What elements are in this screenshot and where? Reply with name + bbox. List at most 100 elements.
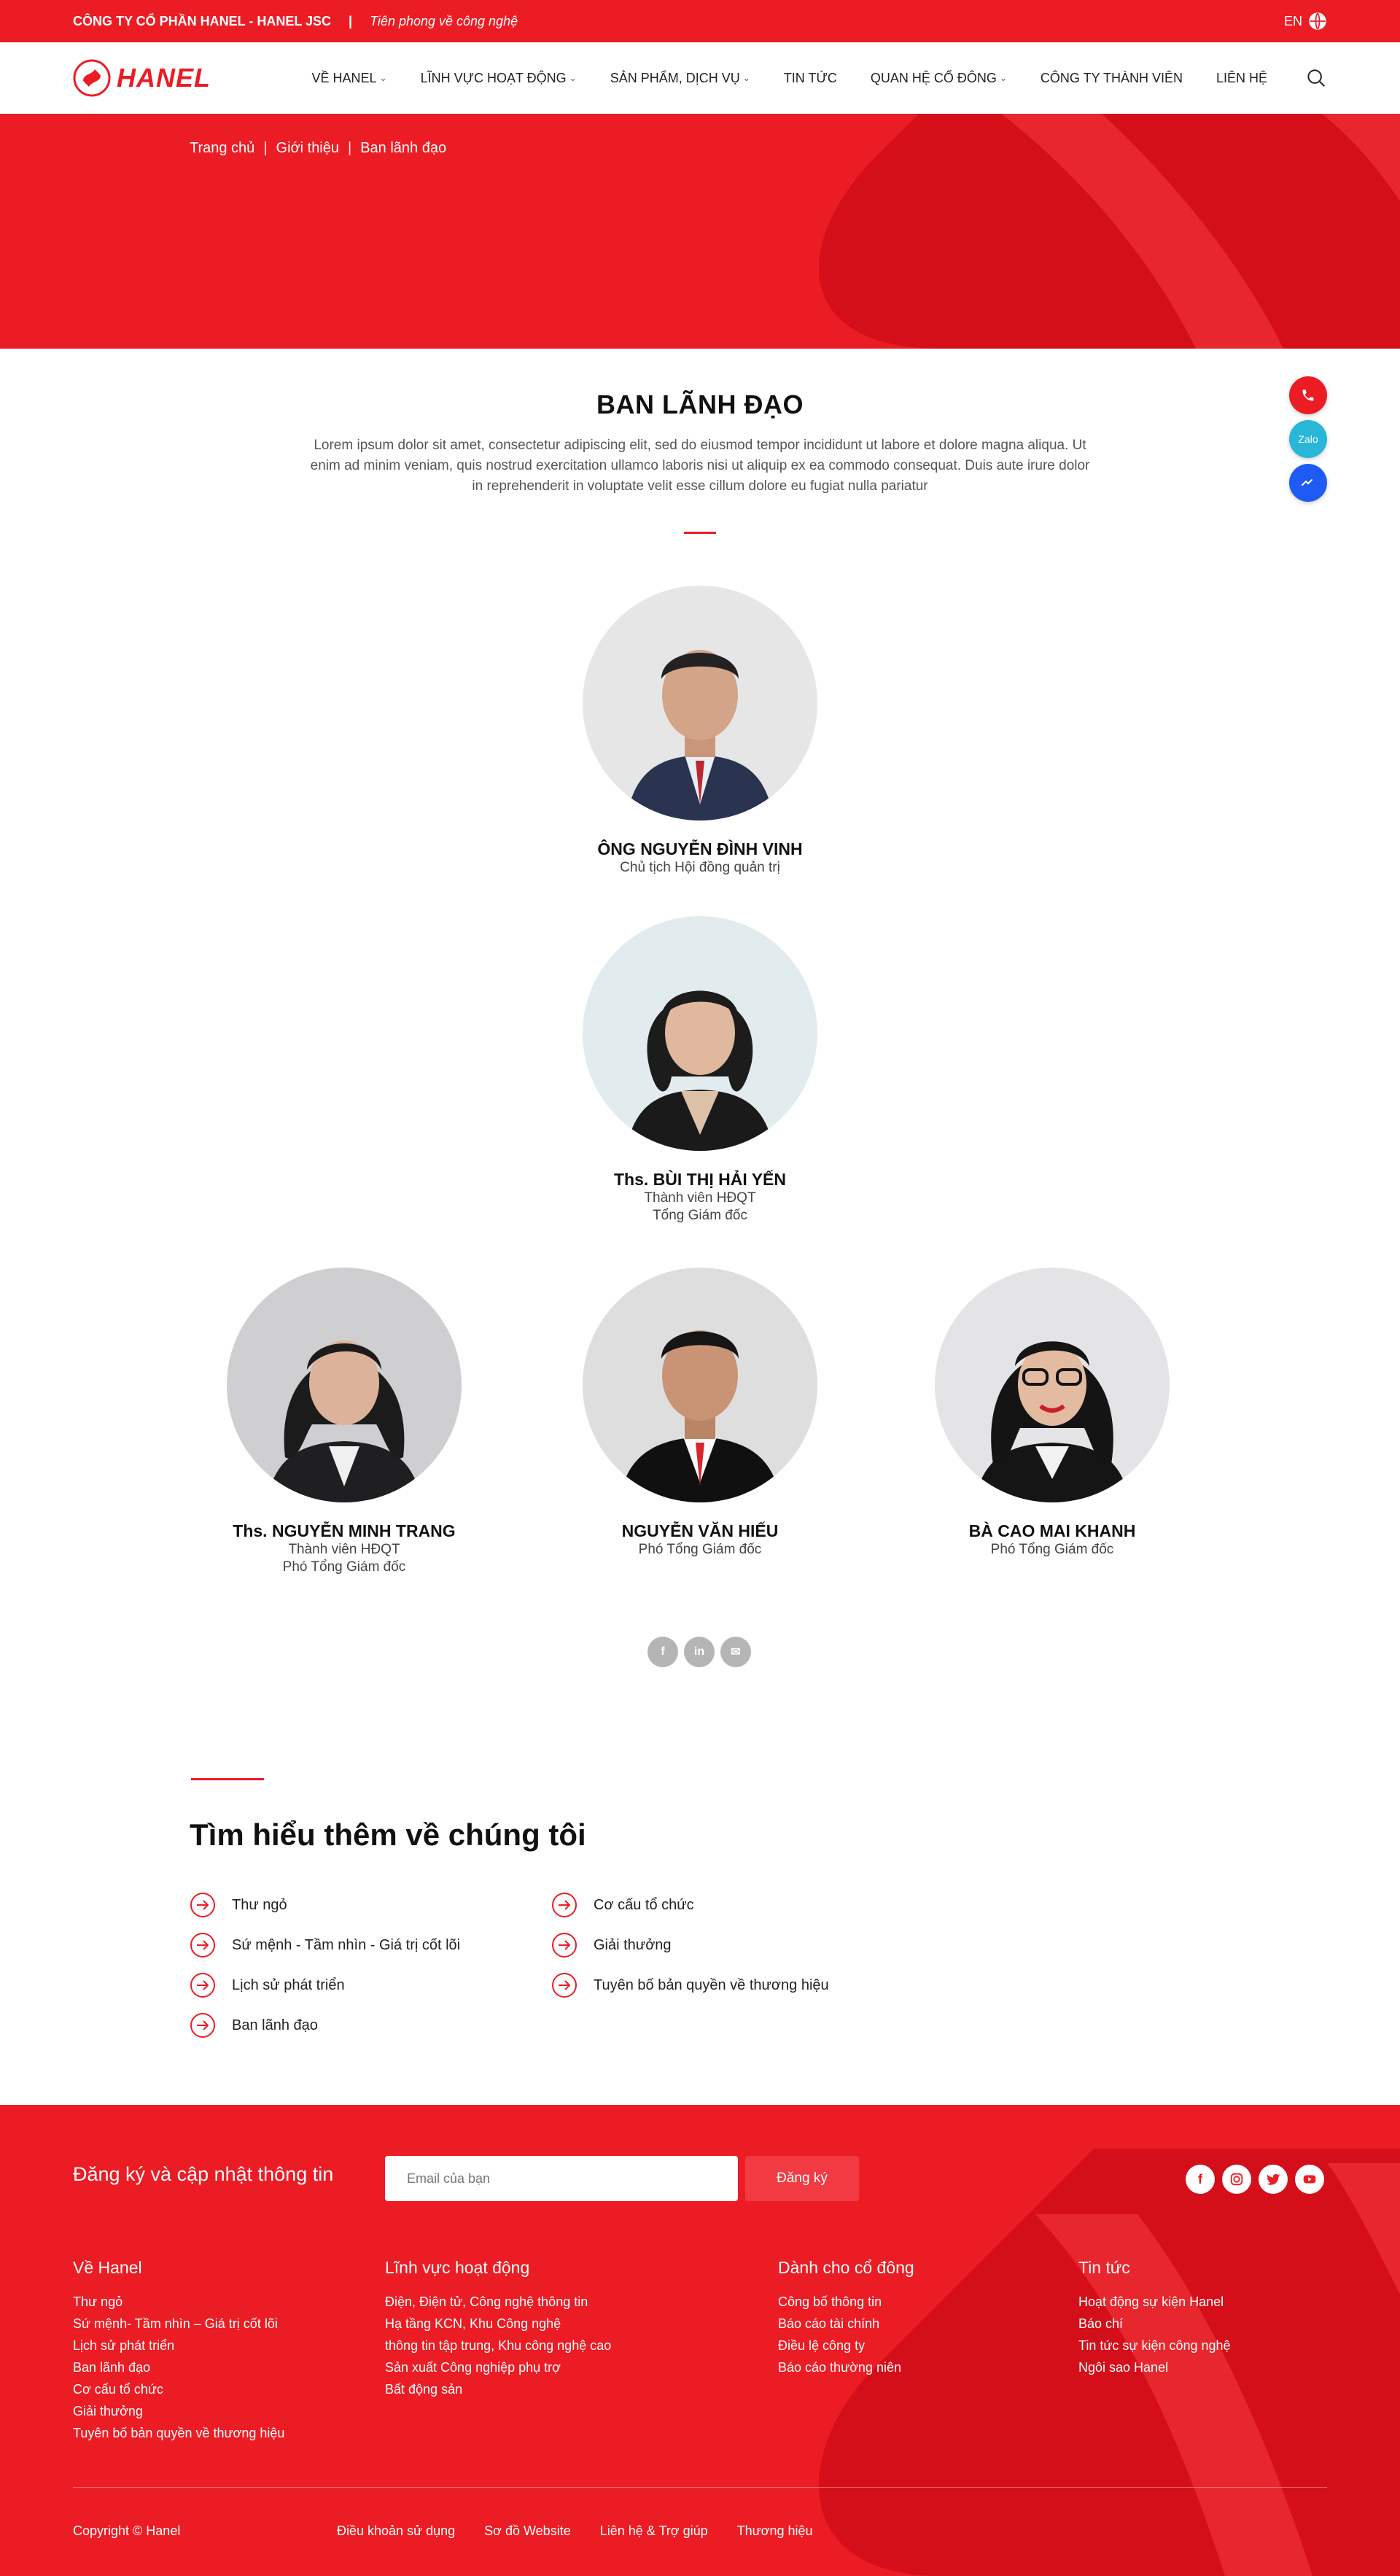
learn-link[interactable]: Thư ngỏ <box>190 1892 287 1918</box>
arrow-right-circle-icon <box>190 1973 215 1998</box>
nav-label: CÔNG TY THÀNH VIÊN <box>1040 70 1183 85</box>
leader-role: Phó Tổng Giám đốc <box>282 1559 406 1575</box>
footer-link[interactable]: Điều lệ công ty <box>778 2335 914 2356</box>
footer-link[interactable]: Sứ mệnh- Tầm nhìn – Giá trị cốt lõi <box>73 2313 284 2335</box>
footer-link[interactable]: Báo cáo thường niên <box>778 2356 914 2378</box>
zalo-label: Zalo <box>1298 433 1318 445</box>
leader-role: Tổng Giám đốc <box>653 1208 747 1223</box>
chevron-down-icon: ⌄ <box>742 73 750 83</box>
intro-text: Lorem ipsum dolor sit amet, consectetur … <box>310 438 1090 494</box>
nav-label: VỀ HANEL <box>311 70 377 85</box>
leader-card[interactable]: Ths. BÙI THỊ HẢI YẾN Thành viên HĐQT Tổn… <box>525 916 875 1225</box>
footer-link[interactable]: Ban lãnh đạo <box>73 2356 284 2378</box>
footer-column-heading: Về Hanel <box>73 2258 142 2277</box>
footer-link[interactable]: Báo cáo tài chính <box>778 2313 914 2335</box>
nav-item-linh-vuc[interactable]: LĨNH VỰC HOẠT ĐỘNG ⌄ <box>421 71 577 86</box>
youtube-icon[interactable] <box>1295 2165 1324 2194</box>
footer-link[interactable]: Lịch sử phát triển <box>73 2335 284 2356</box>
terms-link[interactable]: Điều khoản sử dụng <box>337 2523 455 2539</box>
footer-social: f <box>1186 2165 1324 2194</box>
brand-link[interactable]: Thương hiệu <box>737 2523 813 2539</box>
hanel-logo[interactable]: HANEL <box>73 59 211 97</box>
globe-icon[interactable] <box>1308 12 1327 31</box>
sitemap-link[interactable]: Sơ đồ Website <box>484 2523 571 2539</box>
nav-item-ve-hanel[interactable]: VỀ HANEL ⌄ <box>311 71 386 86</box>
nav-item-tin-tuc[interactable]: TIN TỨC <box>784 71 837 86</box>
footer-divider <box>73 2487 1327 2488</box>
main-header: HANEL VỀ HANEL ⌄ LĨNH VỰC HOẠT ĐỘNG ⌄ SẢN … <box>0 42 1400 114</box>
footer-link[interactable]: Sản xuất Công nghiệp phụ trợ <box>385 2356 611 2378</box>
arrow-right-circle-icon <box>190 1933 215 1958</box>
leader-role: Phó Tổng Giám đốc <box>638 1542 762 1557</box>
chevron-down-icon: ⌄ <box>569 73 577 83</box>
footer-column-linh-vuc: Lĩnh vực hoạt động Điện, Điện tử, Công n… <box>385 2258 611 2400</box>
leader-card[interactable]: ÔNG NGUYỄN ĐÌNH VINH Chủ tịch Hội đồng q… <box>525 586 875 877</box>
breadcrumb-intro[interactable]: Giới thiệu <box>276 140 339 157</box>
instagram-icon[interactable] <box>1222 2165 1251 2194</box>
leader-card[interactable]: NGUYỄN VĂN HIẾU Phó Tổng Giám đốc <box>525 1268 875 1559</box>
footer-link[interactable]: Bất động sản <box>385 2378 611 2400</box>
leader-card[interactable]: Ths. NGUYỄN MINH TRANG Thành viên HĐQT P… <box>169 1268 519 1576</box>
learn-link[interactable]: Cơ cấu tổ chức <box>551 1892 694 1918</box>
language-switcher[interactable]: EN <box>1284 12 1327 31</box>
footer-link[interactable]: Giải thưởng <box>73 2400 284 2422</box>
learn-link[interactable]: Tuyên bố bản quyền về thương hiệu <box>551 1972 829 1998</box>
leader-card[interactable]: BÀ CAO MAI KHANH Phó Tổng Giám đốc <box>877 1268 1227 1559</box>
breadcrumb-current: Ban lãnh đạo <box>360 140 447 156</box>
footer-column-co-dong: Dành cho cổ đông Công bố thông tin Báo c… <box>778 2258 914 2378</box>
learn-link-label: Ban lãnh đạo <box>232 2017 318 2033</box>
footer-column-ve-hanel: Về Hanel Thư ngỏ Sứ mệnh- Tầm nhìn – Giá… <box>73 2258 284 2444</box>
learn-link-label: Tuyên bố bản quyền về thương hiệu <box>594 1976 829 1993</box>
leader-role: Phó Tổng Giám đốc <box>990 1542 1114 1557</box>
logo-text: HANEL <box>117 63 211 93</box>
footer-link[interactable]: Cơ cấu tổ chức <box>73 2378 284 2400</box>
breadcrumb-separator: | <box>348 140 352 156</box>
footer-link[interactable]: thông tin tập trung, Khu công nghệ cao <box>385 2335 611 2356</box>
learn-more-links: Thư ngỏ Sứ mệnh - Tầm nhìn - Giá trị cốt… <box>190 1892 890 2052</box>
share-buttons: f in ✉ <box>648 1637 751 1667</box>
footer-link[interactable]: Hạ tầng KCN, Khu Công nghệ <box>385 2313 611 2335</box>
topbar-separator: | <box>349 13 353 28</box>
arrow-right-circle-icon <box>552 1973 577 1998</box>
contact-help-link[interactable]: Liên hệ & Trợ giúp <box>600 2523 708 2539</box>
nav-item-san-pham[interactable]: SẢN PHẨM, DỊCH VỤ ⌄ <box>610 71 750 86</box>
learn-more-divider <box>191 1778 264 1780</box>
twitter-icon[interactable] <box>1259 2165 1288 2194</box>
learn-link[interactable]: Giải thưởng <box>551 1932 672 1958</box>
footer-link[interactable]: Thư ngỏ <box>73 2291 284 2313</box>
footer-link[interactable]: Báo chí <box>1078 2313 1231 2335</box>
footer-link[interactable]: Hoạt động sự kiện Hanel <box>1078 2291 1231 2313</box>
learn-link-label: Cơ cấu tổ chức <box>594 1896 694 1913</box>
facebook-icon[interactable]: f <box>1186 2165 1215 2194</box>
nav-label: SẢN PHẨM, DỊCH VỤ <box>610 70 740 85</box>
footer-link[interactable]: Điện, Điện tử, Công nghệ thông tin <box>385 2291 611 2313</box>
linkedin-share-icon[interactable]: in <box>684 1637 715 1667</box>
email-share-icon[interactable]: ✉ <box>720 1637 751 1667</box>
language-label[interactable]: EN <box>1284 14 1302 29</box>
email-input[interactable] <box>385 2156 738 2201</box>
nav-item-lien-he[interactable]: LIÊN HỆ <box>1216 71 1267 86</box>
nav-item-cong-ty-thanh-vien[interactable]: CÔNG TY THÀNH VIÊN <box>1041 71 1183 86</box>
footer-link[interactable]: Ngôi sao Hanel <box>1078 2356 1231 2378</box>
leader-name: ÔNG NGUYỄN ĐÌNH VINH <box>597 839 803 858</box>
arrow-right-circle-icon <box>552 1893 577 1917</box>
learn-link[interactable]: Lịch sử phát triển <box>190 1972 345 1998</box>
subscribe-title: Đăng ký và cập nhật thông tin <box>73 2163 334 2185</box>
footer-link[interactable]: Tuyên bố bản quyền về thương hiệu <box>73 2422 284 2444</box>
nav-label: LIÊN HỆ <box>1216 70 1267 85</box>
footer-column-heading: Dành cho cổ đông <box>778 2258 914 2277</box>
messenger-button[interactable] <box>1289 464 1327 502</box>
search-icon[interactable] <box>1305 67 1327 89</box>
footer-bottom-links: Điều khoản sử dụng Sơ đồ Website Liên hệ… <box>337 2523 813 2539</box>
footer-link[interactable]: Tin tức sự kiện công nghệ <box>1078 2335 1231 2356</box>
zalo-button[interactable]: Zalo <box>1289 420 1327 458</box>
learn-link-label: Lịch sử phát triển <box>232 1976 345 1993</box>
breadcrumb-home[interactable]: Trang chủ <box>190 140 254 157</box>
nav-item-quan-he-co-dong[interactable]: QUAN HỆ CỔ ĐÔNG ⌄ <box>871 71 1007 86</box>
subscribe-button[interactable]: Đăng ký <box>745 2156 859 2201</box>
learn-link[interactable]: Ban lãnh đạo <box>190 2012 318 2038</box>
breadcrumb-separator: | <box>263 140 268 156</box>
learn-link[interactable]: Sứ mệnh - Tầm nhìn - Giá trị cốt lõi <box>190 1932 460 1958</box>
footer-link[interactable]: Công bố thông tin <box>778 2291 914 2313</box>
facebook-share-icon[interactable]: f <box>648 1637 678 1667</box>
